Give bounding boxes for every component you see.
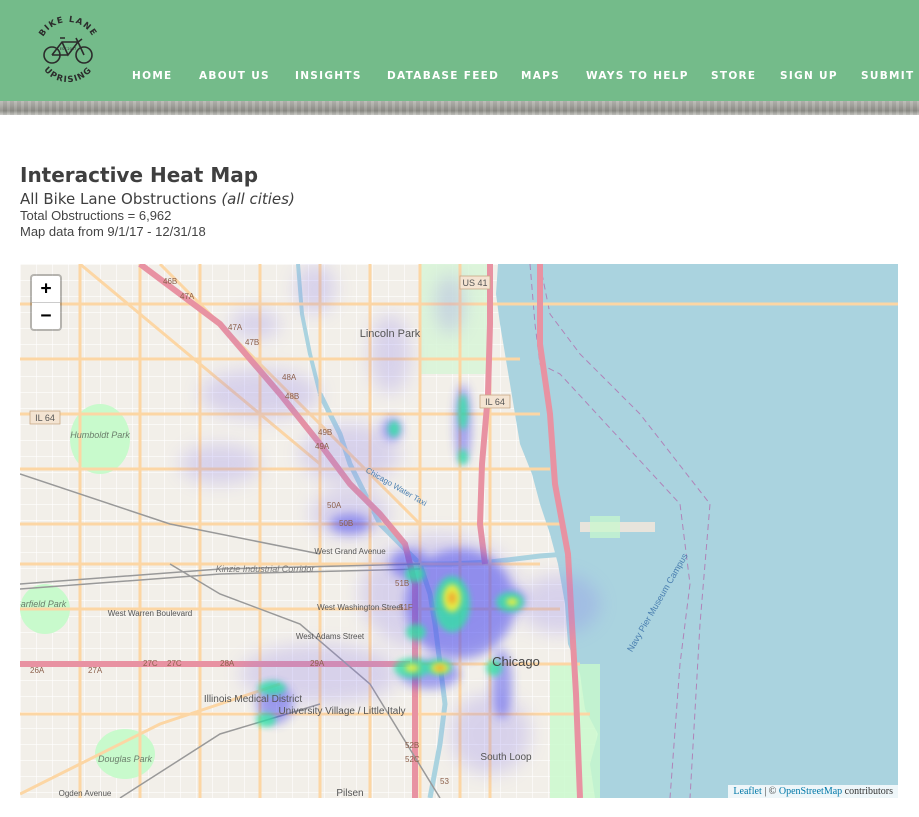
label-west-washington-street: West Washington Street bbox=[317, 603, 404, 612]
nav-home[interactable]: HOME bbox=[132, 70, 173, 82]
svg-text:50B: 50B bbox=[339, 519, 353, 528]
nav-about-us[interactable]: ABOUT US bbox=[199, 70, 270, 82]
svg-text:52C: 52C bbox=[405, 755, 420, 764]
svg-text:27A: 27A bbox=[88, 666, 103, 675]
label-pilsen: Pilsen bbox=[336, 788, 363, 798]
svg-text:47A: 47A bbox=[180, 292, 195, 301]
svg-text:US 41: US 41 bbox=[462, 278, 487, 288]
label-ogden-avenue: Ogden Avenue bbox=[59, 789, 112, 798]
svg-text:51B: 51B bbox=[395, 579, 409, 588]
navy-pier-park bbox=[590, 516, 620, 538]
label-garfield-park: Garfield Park bbox=[20, 599, 67, 609]
date-range: Map data from 9/1/17 - 12/31/18 bbox=[20, 224, 206, 239]
svg-text:49B: 49B bbox=[318, 428, 332, 437]
svg-text:48A: 48A bbox=[282, 373, 297, 382]
label-chicago: Chicago bbox=[492, 654, 540, 669]
page-subtitle: All Bike Lane Obstructions (all cities) bbox=[20, 190, 520, 208]
svg-text:29A: 29A bbox=[310, 659, 325, 668]
label-west-adams-street: West Adams Street bbox=[296, 632, 365, 641]
site-header: BIKE LANE UPRISING EST 2017 HOME ABOUT U… bbox=[0, 0, 919, 101]
svg-text:EST 2017: EST 2017 bbox=[60, 47, 77, 51]
nav-ways-to-help[interactable]: WAYS TO HELP bbox=[586, 70, 689, 82]
osm-link[interactable]: OpenStreetMap bbox=[779, 786, 842, 797]
nav-insights[interactable]: INSIGHTS bbox=[295, 70, 362, 82]
zoom-control: + − bbox=[30, 274, 62, 331]
label-humboldt-park: Humboldt Park bbox=[70, 430, 130, 440]
header-banner-strip bbox=[0, 101, 919, 115]
label-lincoln-park: Lincoln Park bbox=[360, 328, 421, 340]
total-obstructions: Total Obstructions = 6,962 bbox=[20, 208, 172, 223]
subtitle-scope: (all cities) bbox=[221, 190, 295, 208]
page-title: Interactive Heat Map bbox=[20, 163, 259, 187]
label-illinois-medical-district: Illinois Medical District bbox=[204, 694, 303, 705]
svg-text:49A: 49A bbox=[315, 442, 330, 451]
svg-text:27C: 27C bbox=[143, 659, 158, 668]
leaflet-link[interactable]: Leaflet bbox=[733, 786, 761, 797]
svg-text:28A: 28A bbox=[220, 659, 235, 668]
title-block: Interactive Heat Map All Bike Lane Obstr… bbox=[20, 160, 520, 240]
il64-east-shield: IL 64 bbox=[479, 394, 511, 409]
svg-text:27C: 27C bbox=[167, 659, 182, 668]
svg-text:52B: 52B bbox=[405, 741, 419, 750]
svg-text:46B: 46B bbox=[163, 277, 177, 286]
svg-text:BIKE LANE: BIKE LANE bbox=[37, 15, 98, 39]
svg-text:51F: 51F bbox=[399, 603, 413, 612]
nav-sign-up[interactable]: SIGN UP bbox=[780, 70, 838, 82]
svg-text:53: 53 bbox=[440, 777, 449, 786]
label-west-grand-avenue: West Grand Avenue bbox=[314, 547, 386, 556]
map-tiles[interactable]: US 41 IL 64 IL 64 Lincoln Park Humboldt … bbox=[20, 264, 898, 798]
map-attribution: Leaflet | © OpenStreetMap contributors bbox=[728, 785, 898, 798]
nav-submit[interactable]: SUBMIT bbox=[861, 70, 914, 82]
label-south-loop: South Loop bbox=[480, 752, 532, 763]
svg-text:IL 64: IL 64 bbox=[35, 413, 55, 423]
svg-text:IL 64: IL 64 bbox=[485, 397, 505, 407]
us41-shield: US 41 bbox=[459, 275, 491, 290]
svg-text:50A: 50A bbox=[327, 501, 342, 510]
svg-text:47B: 47B bbox=[245, 338, 259, 347]
nav-store[interactable]: STORE bbox=[711, 70, 756, 82]
label-university-village: University Village / Little Italy bbox=[278, 706, 405, 717]
nav-database-feed[interactable]: DATABASE FEED bbox=[387, 70, 499, 82]
main-nav: HOME ABOUT US INSIGHTS DATABASE FEED MAP… bbox=[0, 70, 919, 84]
attribution-separator: | © bbox=[761, 786, 779, 797]
svg-text:26A: 26A bbox=[30, 666, 45, 675]
il64-west-shield: IL 64 bbox=[29, 410, 61, 425]
zoom-in-button[interactable]: + bbox=[32, 276, 60, 302]
heat-map[interactable]: US 41 IL 64 IL 64 Lincoln Park Humboldt … bbox=[20, 264, 898, 798]
label-douglas-park: Douglas Park bbox=[98, 754, 153, 764]
svg-text:48B: 48B bbox=[285, 392, 299, 401]
svg-text:47A: 47A bbox=[228, 323, 243, 332]
label-west-warren-boulevard: West Warren Boulevard bbox=[108, 609, 192, 618]
label-kinzie-industrial-corridor: Kinzie Industrial Corridor bbox=[216, 564, 316, 574]
zoom-out-button[interactable]: − bbox=[32, 302, 60, 329]
attribution-suffix: contributors bbox=[842, 786, 893, 797]
nav-maps[interactable]: MAPS bbox=[521, 70, 560, 82]
subtitle-main: All Bike Lane Obstructions bbox=[20, 190, 217, 208]
